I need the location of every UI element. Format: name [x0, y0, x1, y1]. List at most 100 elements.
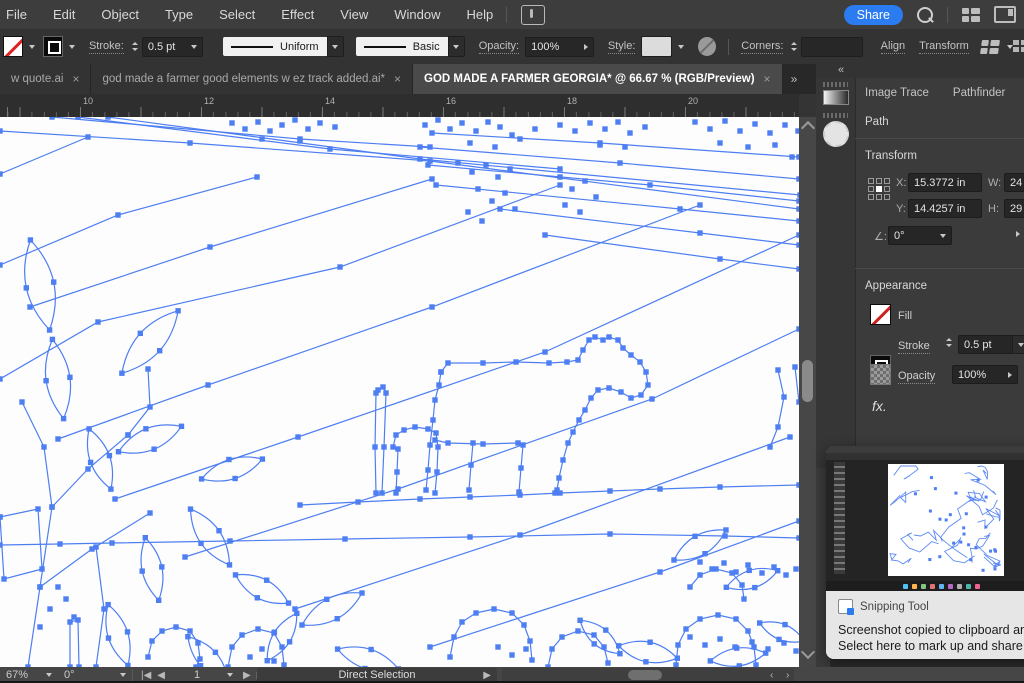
selected-artwork[interactable] — [0, 117, 799, 667]
appearance-stroke-stepper[interactable] — [946, 338, 952, 347]
corners-label[interactable]: Corners: — [741, 40, 783, 54]
style-swatch[interactable] — [641, 36, 672, 57]
style-dropdown-icon[interactable] — [678, 45, 684, 49]
width-profile-dropdown[interactable]: Uniform — [223, 37, 327, 56]
rotate-field[interactable]: 0° — [888, 226, 952, 245]
menu-window[interactable]: Window — [381, 0, 453, 29]
snipping-tool-icon — [838, 599, 853, 614]
appearance-fill-label[interactable]: Fill — [898, 310, 912, 322]
menu-object[interactable]: Object — [88, 0, 152, 29]
rotation-dropdown-icon[interactable] — [120, 673, 126, 677]
tab-overflow-button[interactable]: » — [783, 64, 805, 94]
first-artboard-icon[interactable]: |◀ — [141, 670, 151, 681]
tab-2-close-icon[interactable]: × — [394, 72, 401, 86]
snipping-tool-notification[interactable]: Snipping Tool Screenshot copied to clipb… — [826, 446, 1024, 659]
panel-grip-2[interactable] — [823, 113, 848, 118]
w-field[interactable]: 24 — [1004, 173, 1024, 192]
x-label: X: — [896, 177, 906, 189]
touch-workspace-icon[interactable] — [521, 5, 545, 25]
stroke-weight-field[interactable]: 0.5 pt — [142, 37, 203, 57]
workspace-switcher-icon[interactable] — [994, 6, 1016, 23]
artboard-canvas[interactable] — [0, 117, 799, 667]
notification-body[interactable]: Snipping Tool Screenshot copied to clipb… — [826, 591, 1024, 659]
zoom-dropdown-icon[interactable] — [46, 673, 52, 677]
appearance-stroke-dropdown-icon[interactable] — [1012, 335, 1024, 354]
corners-stepper[interactable] — [791, 42, 797, 51]
scroll-up-icon[interactable] — [801, 121, 815, 135]
menu-type[interactable]: Type — [152, 0, 206, 29]
vertical-scrollbar[interactable] — [799, 117, 816, 667]
x-field[interactable]: 15.3772 in — [908, 173, 982, 192]
stroke-weight-label[interactable]: Stroke: — [89, 40, 124, 54]
thumb-taskbar — [826, 581, 1024, 591]
appearance-stroke-field[interactable]: 0.5 pt — [958, 335, 1016, 354]
tab-pathfinder[interactable]: Pathfinder — [953, 87, 1005, 99]
horizontal-ruler[interactable]: 10121416182022 — [0, 94, 799, 118]
panel-grip[interactable] — [823, 82, 848, 87]
corners-field[interactable] — [801, 37, 862, 57]
menu-view[interactable]: View — [327, 0, 381, 29]
gradient-panel-icon[interactable] — [823, 90, 849, 105]
artboard-dropdown-icon[interactable] — [227, 673, 233, 677]
appearance-opacity-field[interactable]: 100% — [952, 365, 1018, 384]
stroke-color-swatch[interactable] — [43, 36, 63, 57]
transform-options-icon[interactable] — [980, 40, 1000, 54]
stroke-weight-dropdown-icon[interactable] — [191, 45, 197, 49]
control-panel-overflow-icon[interactable] — [1013, 40, 1024, 54]
fill-dropdown-icon[interactable] — [29, 45, 35, 49]
reference-point-grid[interactable] — [868, 178, 890, 200]
opacity-label[interactable]: Opacity: — [479, 40, 519, 54]
appearance-fill-swatch[interactable] — [870, 304, 891, 325]
arrange-documents-icon[interactable] — [962, 8, 980, 22]
next-artboard-icon[interactable]: ▶ — [243, 670, 251, 681]
stroke-panel-icon[interactable] — [823, 121, 849, 147]
search-icon[interactable] — [917, 7, 933, 23]
scroll-down-icon[interactable] — [801, 645, 815, 659]
stroke-dropdown-icon[interactable] — [69, 45, 75, 49]
screenshot-thumbnail[interactable] — [826, 446, 1024, 591]
align-label[interactable]: Align — [881, 40, 905, 54]
rotate-dropdown-icon[interactable] — [940, 234, 946, 238]
fx-button[interactable]: fx. — [872, 398, 887, 414]
document-tab-2[interactable]: god made a farmer good elements w ez tra… — [91, 64, 413, 94]
appearance-opacity-arrow-icon[interactable] — [1008, 372, 1012, 378]
brush-dropdown[interactable]: Basic — [356, 37, 448, 56]
ruler-number: 16 — [446, 96, 456, 106]
y-field[interactable]: 14.4257 in — [908, 199, 982, 218]
vertical-scrollbar-thumb[interactable] — [802, 360, 813, 402]
recolor-artwork-icon[interactable] — [698, 37, 716, 56]
scroll-right-icon[interactable]: › — [786, 670, 789, 681]
menu-file[interactable]: File — [2, 0, 40, 29]
opacity-field[interactable]: 100% — [525, 37, 594, 57]
w-label: W: — [988, 177, 1001, 189]
tab-1-close-icon[interactable]: × — [72, 72, 79, 86]
share-button[interactable]: Share — [844, 5, 903, 25]
current-tool-indicator[interactable]: Direct Selection ▶ — [257, 668, 497, 682]
profile-dropdown-icon[interactable] — [327, 36, 344, 57]
menu-edit[interactable]: Edit — [40, 0, 88, 29]
style-label[interactable]: Style: — [608, 40, 636, 54]
document-tab-1[interactable]: w quote.ai × — [0, 64, 91, 94]
transform-label[interactable]: Transform — [919, 40, 969, 54]
appearance-opacity-label[interactable]: Opacity — [898, 370, 935, 384]
document-tab-3-active[interactable]: GOD MADE A FARMER GEORGIA* @ 66.67 % (RG… — [413, 64, 783, 94]
horizontal-scrollbar-thumb[interactable] — [628, 670, 662, 680]
menu-help[interactable]: Help — [453, 0, 506, 29]
stroke-weight-stepper[interactable] — [132, 42, 138, 51]
tab-image-trace[interactable]: Image Trace — [865, 87, 929, 99]
brush-dropdown-icon[interactable] — [448, 36, 465, 57]
prev-artboard-icon[interactable]: ◀ — [157, 670, 165, 681]
menu-effect[interactable]: Effect — [268, 0, 327, 29]
menu-select[interactable]: Select — [206, 0, 268, 29]
flip-icon[interactable] — [1016, 231, 1020, 237]
appearance-stroke-label[interactable]: Stroke — [898, 340, 930, 354]
tab-3-close-icon[interactable]: × — [764, 72, 771, 86]
tool-indicator-arrow-icon[interactable]: ▶ — [483, 670, 491, 681]
fill-none-swatch[interactable] — [3, 36, 23, 57]
horizontal-scrollbar[interactable] — [502, 668, 794, 682]
scroll-left-icon[interactable]: ‹ — [770, 670, 773, 681]
opacity-arrow-icon[interactable] — [584, 44, 588, 50]
appearance-opacity-swatch[interactable] — [870, 364, 891, 385]
collapse-panels-icon[interactable]: « — [838, 64, 844, 76]
h-field[interactable]: 29 — [1004, 199, 1024, 218]
